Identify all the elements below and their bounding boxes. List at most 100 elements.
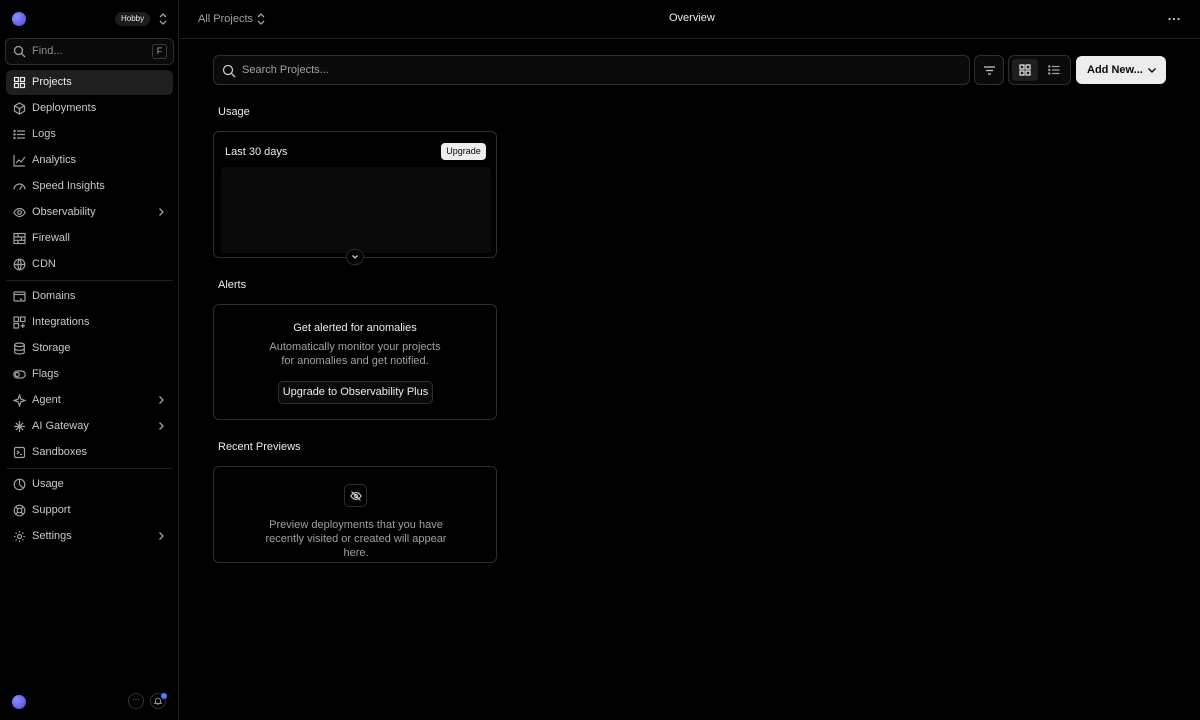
sidebar-item-deployments[interactable]: Deployments (6, 96, 173, 121)
alerts-description: Automatically monitor your projects for … (269, 341, 441, 367)
chart-line-icon (13, 154, 26, 167)
chevron-right-icon (157, 207, 165, 217)
sidebar-item-label: Usage (32, 478, 64, 490)
recent-previews-card: Preview deployments that you have recent… (213, 466, 497, 563)
eye-off-icon (344, 484, 367, 507)
chevron-up-down-icon[interactable] (157, 12, 169, 26)
topbar: All Projects Overview (179, 0, 1200, 39)
grid-icon (13, 76, 26, 89)
chevron-right-icon (157, 531, 165, 541)
sidebar: Hobby Find... F Projects Deployments Log… (0, 0, 179, 720)
sparkle-icon (13, 394, 26, 407)
sidebar-item-label: Logs (32, 128, 56, 140)
usage-card: Last 30 days Upgrade (213, 131, 497, 258)
grid-icon (1019, 64, 1031, 76)
team-switcher[interactable]: Hobby (0, 0, 178, 38)
upgrade-observability-button[interactable]: Upgrade to Observability Plus (278, 381, 433, 404)
add-new-button[interactable]: Add New... (1076, 56, 1166, 84)
search-input[interactable] (242, 62, 942, 78)
team-avatar[interactable] (12, 12, 26, 26)
alerts-heading: Get alerted for anomalies (293, 322, 417, 334)
sidebar-item-analytics[interactable]: Analytics (6, 148, 173, 173)
gauge-icon (13, 180, 26, 193)
chevron-down-icon (1147, 65, 1157, 75)
list-icon (13, 128, 26, 141)
globe-icon (13, 258, 26, 271)
chevron-down-icon (352, 255, 358, 259)
eye-icon (13, 206, 26, 219)
sidebar-item-projects[interactable]: Projects (6, 70, 173, 95)
sidebar-item-domains[interactable]: Domains (6, 284, 173, 309)
find-shortcut-key: F (152, 44, 167, 59)
sidebar-item-label: Speed Insights (32, 180, 105, 192)
alerts-card: Get alerted for anomalies Automatically … (213, 304, 497, 420)
filter-icon (984, 66, 995, 75)
list-icon (1048, 65, 1060, 75)
find-placeholder: Find... (32, 45, 63, 57)
sidebar-item-label: Flags (32, 368, 59, 380)
search-icon (222, 64, 236, 78)
sidebar-item-settings[interactable]: Settings (6, 524, 173, 549)
gear-icon (13, 530, 26, 543)
sidebar-item-label: CDN (32, 258, 56, 270)
sidebar-item-speed-insights[interactable]: Speed Insights (6, 174, 173, 199)
recent-previews-description: Preview deployments that you have recent… (265, 519, 447, 559)
sidebar-item-ai-gateway[interactable]: AI Gateway (6, 414, 173, 439)
chevron-right-icon (157, 421, 165, 431)
sidebar-item-agent[interactable]: Agent (6, 388, 173, 413)
notification-dot (161, 693, 167, 699)
sidebar-item-label: AI Gateway (32, 420, 89, 432)
sidebar-item-flags[interactable]: Flags (6, 362, 173, 387)
sidebar-item-firewall[interactable]: Firewall (6, 226, 173, 251)
database-icon (13, 342, 26, 355)
sidebar-item-cdn[interactable]: CDN (6, 252, 173, 277)
upgrade-button[interactable]: Upgrade (441, 143, 486, 160)
toggle-icon (13, 368, 26, 381)
lifebuoy-icon (13, 504, 26, 517)
pie-icon (13, 478, 26, 491)
find-input[interactable]: Find... F (5, 38, 174, 65)
page-title: Overview (669, 12, 715, 24)
usage-period: Last 30 days (225, 146, 288, 158)
usage-section-title: Usage (218, 106, 250, 118)
user-avatar[interactable] (12, 695, 26, 709)
sidebar-item-sandboxes[interactable]: Sandboxes (6, 440, 173, 465)
more-options-button[interactable]: ··· (128, 693, 144, 709)
list-view-button[interactable] (1041, 59, 1067, 81)
recent-previews-section-title: Recent Previews (218, 441, 301, 453)
sidebar-item-label: Integrations (32, 316, 90, 328)
sidebar-item-label: Deployments (32, 102, 97, 114)
sidebar-item-usage[interactable]: Usage (6, 472, 173, 497)
sidebar-item-storage[interactable]: Storage (6, 336, 173, 361)
sidebar-item-integrations[interactable]: Integrations (6, 310, 173, 335)
sidebar-item-label: Support (32, 504, 71, 516)
domain-icon (13, 290, 26, 303)
search-icon (13, 45, 26, 58)
plan-badge: Hobby (115, 12, 151, 26)
expand-usage-button[interactable] (346, 249, 364, 265)
sidebar-item-label: Domains (32, 290, 76, 302)
cube-icon (13, 102, 26, 115)
project-search[interactable] (213, 55, 970, 85)
chevron-up-down-icon[interactable] (255, 12, 267, 26)
sidebar-item-label: Storage (32, 342, 71, 354)
ai-gateway-icon (13, 420, 26, 433)
grid-view-button[interactable] (1012, 59, 1038, 81)
filter-button[interactable] (974, 55, 1004, 85)
sidebar-item-label: Observability (32, 206, 96, 218)
puzzle-icon (13, 316, 26, 329)
sidebar-item-label: Projects (32, 76, 72, 88)
sidebar-item-label: Analytics (32, 154, 77, 166)
sidebar-item-support[interactable]: Support (6, 498, 173, 523)
sidebar-divider (6, 468, 173, 469)
sidebar-item-label: Agent (32, 394, 61, 406)
sidebar-item-logs[interactable]: Logs (6, 122, 173, 147)
brick-wall-icon (13, 232, 26, 245)
project-scope-selector[interactable]: All Projects (198, 13, 253, 25)
sidebar-item-label: Firewall (32, 232, 70, 244)
view-toggle (1008, 55, 1071, 85)
sidebar-item-observability[interactable]: Observability (6, 200, 173, 225)
box-icon (13, 446, 26, 459)
chevron-right-icon (157, 395, 165, 405)
more-icon[interactable] (1167, 12, 1181, 26)
